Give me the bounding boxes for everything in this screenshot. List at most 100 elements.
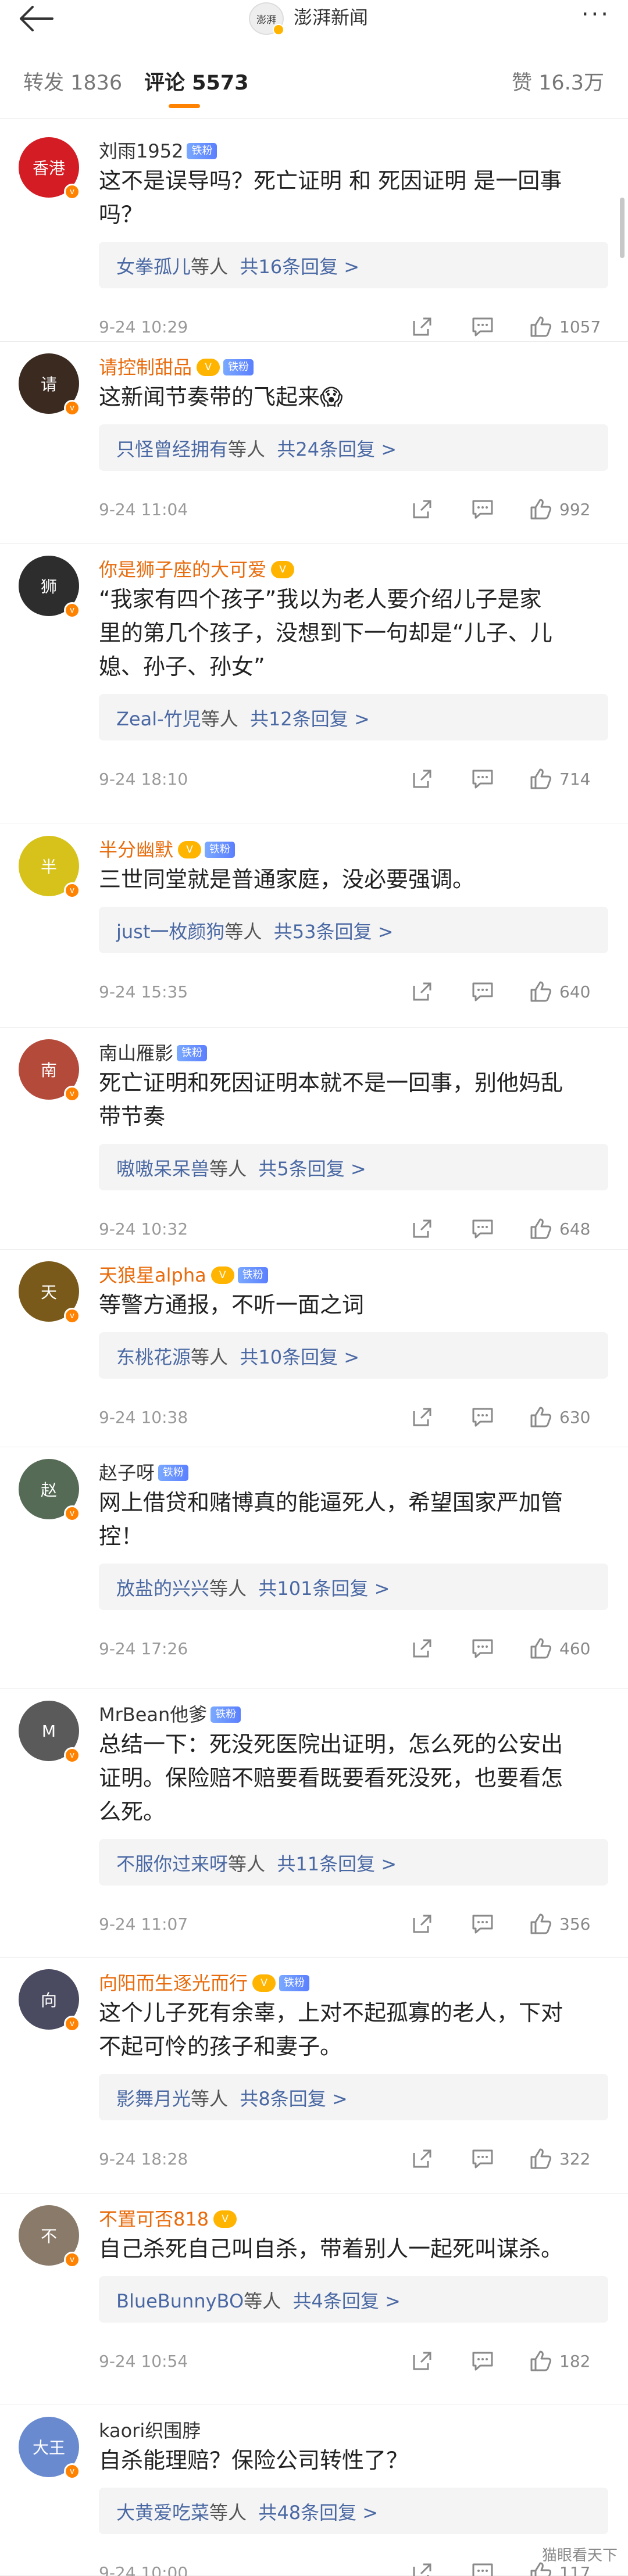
comment-item[interactable]: M v MrBean他爹 铁粉 总结一下：死没死医院出证明，怎么死的公安出 证明。… xyxy=(0,1689,628,1958)
comment-item[interactable]: 南 v 南山雁影 铁粉 死亡证明和死因证明本就不是一回事，别他妈乱 带节奏 嗷嗷呆… xyxy=(0,1028,628,1250)
reply-count[interactable]: 共5条回复 xyxy=(258,1158,344,1180)
reply-user[interactable]: 嗷嗷呆呆兽 xyxy=(116,1158,209,1180)
commenter-name[interactable]: 你是狮子座的大可爱 xyxy=(99,558,266,581)
share-icon[interactable] xyxy=(411,2561,434,2576)
reply-user[interactable]: 大黄爱吃菜 xyxy=(116,2502,209,2524)
back-arrow-icon[interactable] xyxy=(16,2,57,35)
like-icon[interactable] xyxy=(529,980,552,1003)
replies-summary[interactable]: 东桃花源等人 共10条回复 > xyxy=(116,1343,359,1369)
reply-icon[interactable] xyxy=(471,1405,494,1429)
reply-user[interactable]: 放盐的兴兴 xyxy=(116,1577,209,1600)
share-icon[interactable] xyxy=(411,315,434,338)
share-icon[interactable] xyxy=(411,1912,434,1935)
reply-user[interactable]: 女拳孤儿 xyxy=(116,256,191,278)
replies-summary[interactable]: 不服你过来呀等人 共11条回复 > xyxy=(116,1849,397,1876)
share-icon[interactable] xyxy=(411,2349,434,2373)
commenter-name[interactable]: 刘雨1952 xyxy=(99,139,183,163)
share-icon[interactable] xyxy=(411,2147,434,2170)
account-avatar[interactable]: 澎湃 xyxy=(249,2,284,35)
like-icon[interactable] xyxy=(529,2349,552,2373)
share-icon[interactable] xyxy=(411,980,434,1003)
reply-count[interactable]: 共101条回复 xyxy=(258,1577,368,1600)
replies-summary[interactable]: Zeal-竹児等人 共12条回复 > xyxy=(116,704,370,731)
replies-preview[interactable]: 放盐的兴兴等人 共101条回复 > xyxy=(99,1564,608,1610)
replies-preview[interactable]: Zeal-竹児等人 共12条回复 > xyxy=(99,694,608,740)
commenter-name[interactable]: 不置可否818 xyxy=(99,2208,209,2231)
replies-preview[interactable]: 嗷嗷呆呆兽等人 共5条回复 > xyxy=(99,1144,608,1190)
like-icon[interactable] xyxy=(529,2147,552,2170)
reply-user[interactable]: BlueBunnyBO xyxy=(116,2290,244,2312)
replies-summary[interactable]: 大黄爱吃菜等人 共48条回复 > xyxy=(116,2498,378,2525)
like-icon[interactable] xyxy=(529,498,552,521)
replies-preview[interactable]: BlueBunnyBO等人 共4条回复 > xyxy=(99,2276,608,2323)
like-icon[interactable] xyxy=(529,1637,552,1660)
reply-count[interactable]: 共8条回复 xyxy=(240,2088,326,2110)
comment-item[interactable]: 请 v 请控制甜品 V 铁粉 这新闻节奏带的飞起来😱 只怪曾经拥有等人 共24条… xyxy=(0,342,628,544)
tab-comments[interactable]: 评论 5573 xyxy=(144,66,249,96)
reply-count[interactable]: 共12条回复 xyxy=(250,708,348,730)
replies-summary[interactable]: 只怪曾经拥有等人 共24条回复 > xyxy=(116,435,397,461)
like-icon[interactable] xyxy=(529,1405,552,1429)
reply-icon[interactable] xyxy=(471,2147,494,2170)
reply-count[interactable]: 共24条回复 xyxy=(277,438,375,460)
replies-preview[interactable]: 不服你过来呀等人 共11条回复 > xyxy=(99,1839,608,1886)
share-icon[interactable] xyxy=(411,1637,434,1660)
share-icon[interactable] xyxy=(411,1405,434,1429)
replies-preview[interactable]: 影舞月光等人 共8条回复 > xyxy=(99,2074,608,2120)
comment-item[interactable]: 赵 v 赵子呀 铁粉 网上借贷和赌博真的能逼死人，希望国家严加管 控！ 放盐的兴兴… xyxy=(0,1447,628,1689)
reply-user[interactable]: 影舞月光 xyxy=(116,2088,191,2110)
like-icon[interactable] xyxy=(529,767,552,790)
like-icon[interactable] xyxy=(529,1217,552,1240)
replies-summary[interactable]: 影舞月光等人 共8条回复 > xyxy=(116,2084,348,2111)
reply-icon[interactable] xyxy=(471,498,494,521)
comment-item[interactable]: 狮 v 你是狮子座的大可爱 V “我家有四个孩子”我以为老人要介绍儿子是家 里的第… xyxy=(0,544,628,824)
reply-user[interactable]: 不服你过来呀 xyxy=(116,1853,228,1875)
commenter-name[interactable]: 请控制甜品 xyxy=(99,356,192,379)
commenter-name[interactable]: 天狼星alpha xyxy=(99,1264,206,1287)
comment-item[interactable]: 香港 v 刘雨1952 铁粉 这不是误导吗？死亡证明 和 死因证明 是一回事 吗？… xyxy=(0,126,628,342)
replies-summary[interactable]: BlueBunnyBO等人 共4条回复 > xyxy=(116,2287,401,2313)
reply-icon[interactable] xyxy=(471,767,494,790)
comment-item[interactable]: 大王 v kaori织围脖 自杀能理赔？保险公司转性了？ 大黄爱吃菜等人 共48… xyxy=(0,2405,628,2576)
replies-summary[interactable]: 女拳孤儿等人 共16条回复 > xyxy=(116,252,359,279)
commenter-name[interactable]: 向阳而生逐光而行 xyxy=(99,1972,248,1995)
replies-preview[interactable]: 女拳孤儿等人 共16条回复 > xyxy=(99,242,608,288)
more-icon[interactable]: ··· xyxy=(581,0,611,29)
comment-item[interactable]: 半 v 半分幽默 V 铁粉 三世同堂就是普通家庭，没必要强调。 just一枚颜狗… xyxy=(0,824,628,1028)
comment-item[interactable]: 天 v 天狼星alpha V 铁粉 等警方通报，不听一面之词 东桃花源等人 共1… xyxy=(0,1250,628,1447)
replies-summary[interactable]: just一枚颜狗等人 共53条回复 > xyxy=(116,917,393,944)
share-icon[interactable] xyxy=(411,498,434,521)
reply-count[interactable]: 共48条回复 xyxy=(258,2502,356,2524)
replies-preview[interactable]: 东桃花源等人 共10条回复 > xyxy=(99,1332,608,1379)
reply-user[interactable]: 只怪曾经拥有 xyxy=(116,438,228,460)
commenter-name[interactable]: kaori织围脖 xyxy=(99,2419,201,2442)
reply-icon[interactable] xyxy=(471,2349,494,2373)
reply-icon[interactable] xyxy=(471,1217,494,1240)
reply-user[interactable]: just一枚颜狗 xyxy=(116,921,224,943)
reply-count[interactable]: 共16条回复 xyxy=(240,256,338,278)
share-icon[interactable] xyxy=(411,767,434,790)
commenter-name[interactable]: 南山雁影 xyxy=(99,1042,173,1065)
reply-count[interactable]: 共4条回复 xyxy=(292,2290,379,2312)
replies-preview[interactable]: 只怪曾经拥有等人 共24条回复 > xyxy=(99,424,608,471)
reply-user[interactable]: Zeal-竹児 xyxy=(116,708,201,730)
replies-summary[interactable]: 嗷嗷呆呆兽等人 共5条回复 > xyxy=(116,1154,366,1181)
tab-likes[interactable]: 赞 16.3万 xyxy=(512,66,604,96)
replies-preview[interactable]: just一枚颜狗等人 共53条回复 > xyxy=(99,907,608,953)
comment-item[interactable]: 不 v 不置可否818 V 自己杀死自己叫自杀，带着别人一起死叫谋杀。 Blue… xyxy=(0,2194,628,2405)
reply-count[interactable]: 共53条回复 xyxy=(274,921,372,943)
replies-summary[interactable]: 放盐的兴兴等人 共101条回复 > xyxy=(116,1574,390,1601)
commenter-name[interactable]: 半分幽默 xyxy=(99,838,173,861)
reply-icon[interactable] xyxy=(471,980,494,1003)
like-icon[interactable] xyxy=(529,1912,552,1935)
replies-preview[interactable]: 大黄爱吃菜等人 共48条回复 > xyxy=(99,2488,608,2534)
like-icon[interactable] xyxy=(529,315,552,338)
comment-item[interactable]: 向 v 向阳而生逐光而行 V 铁粉 这个儿子死有余辜，上对不起孤寡的老人，下对不… xyxy=(0,1958,628,2194)
tab-reposts[interactable]: 转发 1836 xyxy=(23,66,122,96)
share-icon[interactable] xyxy=(411,1217,434,1240)
reply-icon[interactable] xyxy=(471,2561,494,2576)
reply-user[interactable]: 东桃花源 xyxy=(116,1346,191,1368)
reply-icon[interactable] xyxy=(471,1912,494,1935)
reply-count[interactable]: 共11条回复 xyxy=(277,1853,375,1875)
reply-icon[interactable] xyxy=(471,315,494,338)
